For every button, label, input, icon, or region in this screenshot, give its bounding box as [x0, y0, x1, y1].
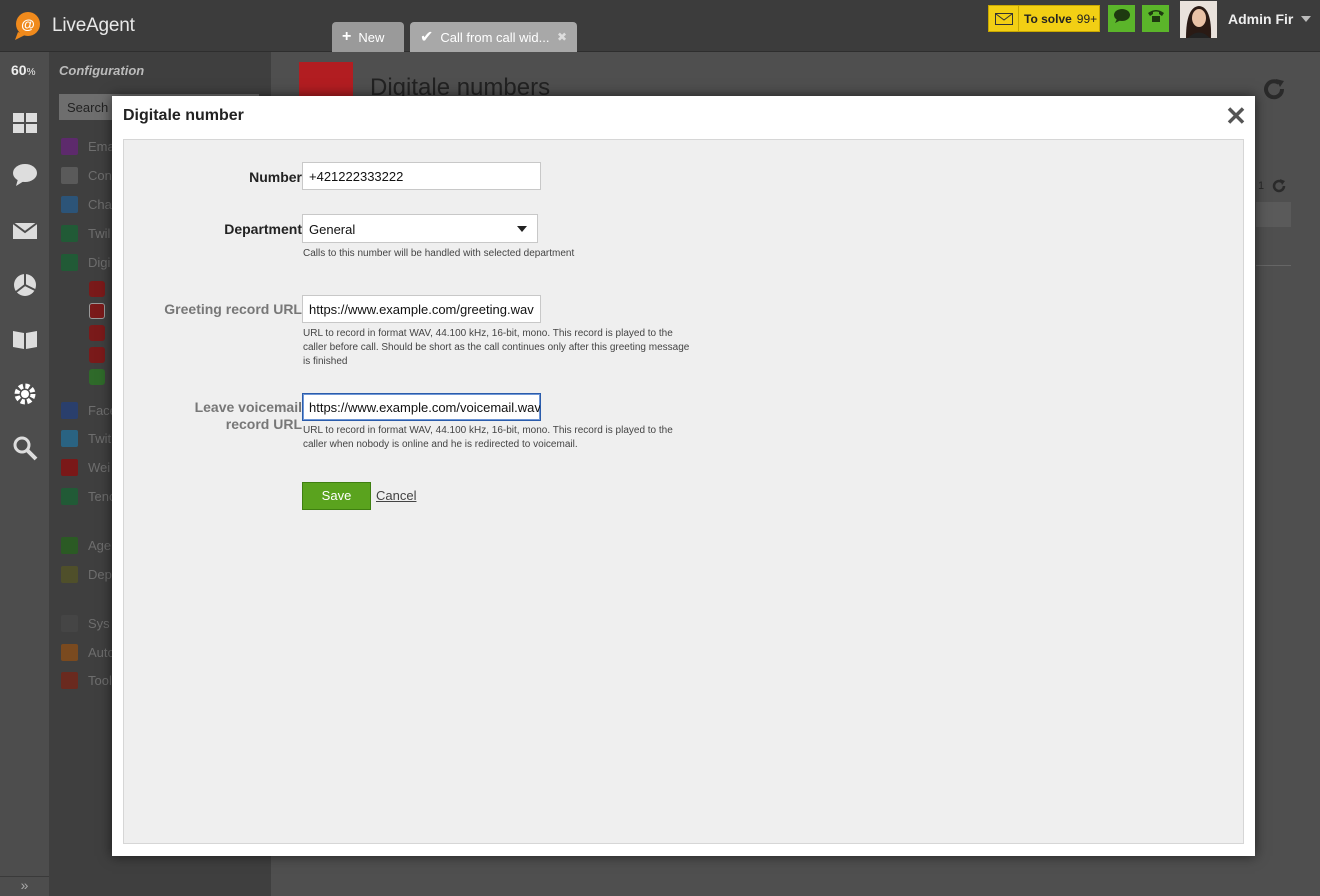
chevron-down-icon	[517, 226, 527, 232]
sub-item-icon[interactable]	[89, 347, 105, 363]
email-icon[interactable]	[12, 218, 38, 244]
tab-call-from-widget[interactable]: ✔ Call from call wid... ✖	[410, 22, 577, 52]
app-logo[interactable]: @ LiveAgent	[12, 11, 135, 41]
chat-icon[interactable]	[12, 162, 38, 188]
config-item-agents[interactable]: Age	[61, 534, 111, 556]
progress-percent: 60%	[11, 62, 36, 78]
plus-icon: +	[342, 28, 352, 45]
knowledgebase-icon[interactable]	[12, 326, 38, 352]
dashboard-icon[interactable]	[12, 110, 38, 136]
department-select[interactable]: General	[302, 214, 538, 243]
search-icon[interactable]	[12, 435, 38, 461]
pager-number: 1	[1258, 180, 1265, 192]
to-solve-count: 99+	[1076, 11, 1098, 26]
config-item-weibo[interactable]: Wei	[61, 456, 110, 478]
divider	[1256, 265, 1291, 266]
config-item-twilio[interactable]: Twil	[61, 222, 110, 244]
reports-icon[interactable]	[12, 272, 38, 298]
number-label: Number	[249, 169, 302, 185]
user-name[interactable]: Admin Fir	[1228, 11, 1293, 27]
dialog-body: Number +421222333222 Department General …	[123, 139, 1244, 844]
config-item-twitter[interactable]: Twit	[61, 427, 111, 449]
config-item-facebook[interactable]: Face	[61, 399, 117, 421]
tab-close-icon[interactable]: ✖	[557, 30, 567, 44]
config-item-automation[interactable]: Auto	[61, 641, 115, 663]
config-item-chat[interactable]: Cha	[61, 193, 112, 215]
configuration-icon[interactable]	[12, 381, 38, 407]
to-solve-label: To solve	[1024, 11, 1072, 26]
chat-bubble-icon	[1113, 8, 1131, 29]
cancel-link[interactable]: Cancel	[376, 488, 416, 503]
liveagent-logo-icon: @	[12, 11, 46, 41]
sub-item-icon[interactable]	[89, 325, 105, 341]
svg-text:@: @	[21, 16, 35, 32]
config-item-contact[interactable]: Con	[61, 164, 112, 186]
phone-status-button[interactable]	[1142, 5, 1169, 32]
refresh-icon[interactable]	[1261, 76, 1287, 102]
config-item-departments[interactable]: Dep	[61, 563, 112, 585]
greeting-help: URL to record in format WAV, 44.100 kHz,…	[303, 328, 690, 367]
chat-status-button[interactable]	[1108, 5, 1135, 32]
main-navigation: 60% »	[0, 52, 49, 896]
voicemail-label: Leave voicemail record URL	[194, 399, 302, 432]
to-solve-button[interactable]: To solve 99+	[988, 5, 1100, 32]
app-name: LiveAgent	[52, 15, 135, 36]
department-selected-value: General	[309, 222, 356, 237]
envelope-icon	[989, 6, 1019, 31]
number-field[interactable]: +421222333222	[302, 162, 541, 190]
voicemail-help: URL to record in format WAV, 44.100 kHz,…	[303, 425, 673, 450]
greeting-url-field[interactable]: https://www.example.com/greeting.wav	[302, 295, 541, 323]
toolbar-strip	[1256, 202, 1291, 227]
sub-item-gear-icon[interactable]	[89, 369, 105, 385]
department-help: Calls to this number will be handled wit…	[303, 248, 575, 259]
config-item-tools[interactable]: Tool	[61, 669, 112, 691]
tab-new[interactable]: + New	[332, 22, 404, 52]
top-bar: @ LiveAgent + New ✔ Call from call wid..…	[0, 0, 1320, 52]
config-item-system[interactable]: Sys	[61, 612, 110, 634]
sub-item-icon[interactable]	[89, 303, 105, 319]
save-button[interactable]: Save	[302, 482, 371, 510]
phone-icon	[1147, 8, 1165, 29]
digitale-number-dialog: Digitale number ✕ Number +421222333222 D…	[112, 96, 1255, 856]
configuration-title: Configuration	[59, 63, 145, 78]
voicemail-url-field[interactable]: https://www.example.com/voicemail.wav	[302, 393, 541, 421]
config-item-digitale[interactable]: Digi	[61, 251, 110, 273]
config-item-tencent[interactable]: Tenc	[61, 485, 115, 507]
config-item-email[interactable]: Ema	[61, 135, 115, 157]
department-label: Department	[224, 221, 302, 237]
avatar[interactable]	[1180, 1, 1217, 38]
sub-item-icon[interactable]	[89, 281, 105, 297]
chevron-down-icon[interactable]	[1301, 16, 1311, 22]
tab-label: New	[358, 29, 385, 45]
close-icon[interactable]: ✕	[1225, 103, 1247, 129]
dialog-title: Digitale number	[123, 107, 244, 124]
greeting-label: Greeting record URL	[164, 301, 302, 317]
expand-sidebar-button[interactable]: »	[0, 876, 49, 896]
refresh-small-icon[interactable]	[1271, 178, 1287, 194]
tab-label: Call from call wid...	[440, 29, 550, 45]
checkmark-icon: ✔	[420, 29, 434, 46]
